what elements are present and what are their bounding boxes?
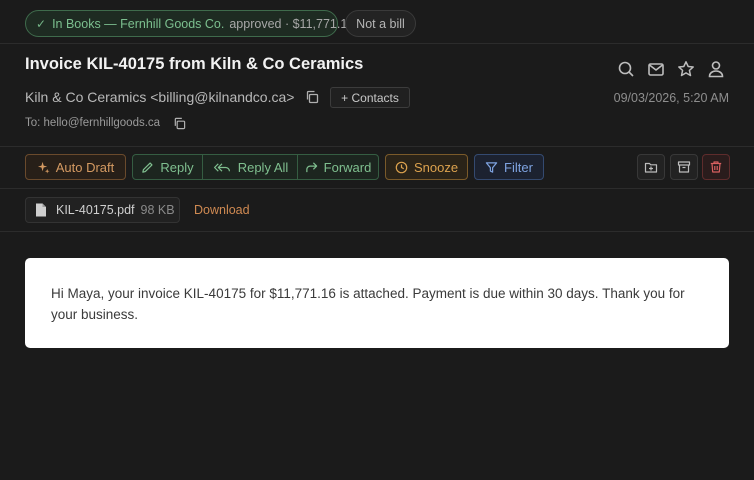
user-icon[interactable] — [707, 60, 725, 78]
forward-label: Forward — [323, 159, 372, 175]
email-subject: Invoice KIL-40175 from Kiln & Co Ceramic… — [25, 55, 364, 73]
reply-label: Reply — [160, 159, 194, 175]
recipient: To: hello@fernhillgoods.ca — [25, 117, 161, 129]
sparkle-icon — [37, 161, 50, 174]
attachments-bar: KIL-40175.pdf 98 KB Download — [0, 189, 754, 232]
pencil-icon — [142, 161, 153, 173]
archive-icon — [677, 161, 691, 173]
reply-button-group: Reply Reply All Forward — [132, 154, 379, 180]
snooze-label: Snooze — [413, 159, 459, 175]
approved-amount-text: approved · $11,771.16 — [229, 16, 355, 31]
email-body-text: Hi Maya, your invoice KIL-40175 for $11,… — [51, 286, 685, 322]
archive-button[interactable] — [670, 154, 698, 180]
check-icon: ✓ — [36, 16, 47, 31]
delete-button[interactable] — [702, 154, 730, 180]
books-status-chip[interactable]: ✓ In Books — Fernhill Goods Co. approved… — [25, 10, 354, 37]
sender: Kiln & Co Ceramics <billing@kilnandco.ca… — [25, 89, 295, 105]
filter-label: Filter — [504, 159, 533, 175]
snooze-button[interactable]: Snooze — [385, 154, 468, 180]
auto-draft-button[interactable]: Auto Draft — [25, 154, 126, 180]
download-link[interactable]: Download — [194, 203, 250, 217]
forward-button[interactable]: Forward — [297, 155, 378, 179]
attachment-size: 98 KB — [140, 203, 175, 217]
attachment-file[interactable]: KIL-40175.pdf 98 KB — [25, 197, 180, 223]
search-icon[interactable] — [617, 60, 635, 78]
status-bar: ✓ In Books — Fernhill Goods Co. approved… — [0, 0, 754, 44]
not-a-bill-button[interactable]: Not a bill — [345, 10, 416, 37]
filter-button[interactable]: Filter — [474, 154, 544, 180]
email-body: Hi Maya, your invoice KIL-40175 for $11,… — [25, 258, 729, 348]
filter-icon — [485, 161, 498, 173]
clock-icon — [395, 161, 408, 173]
reply-button[interactable]: Reply — [133, 155, 202, 179]
reply-all-label: Reply All — [237, 159, 289, 175]
reply-all-icon — [213, 162, 230, 172]
books-status-text: In Books — Fernhill Goods Co. — [52, 16, 225, 31]
forward-icon — [305, 161, 317, 172]
auto-draft-label: Auto Draft — [55, 159, 115, 175]
add-contact-button[interactable]: + Contacts — [330, 87, 410, 108]
copy-recipient-icon[interactable] — [173, 117, 186, 130]
move-to-folder-button[interactable] — [637, 154, 665, 180]
reply-all-button[interactable]: Reply All — [202, 155, 297, 179]
star-icon[interactable] — [677, 60, 695, 78]
attachment-name: KIL-40175.pdf — [56, 203, 135, 217]
trash-icon — [710, 161, 722, 173]
email-date: 09/03/2026, 5:20 AM — [613, 91, 729, 105]
move-to-folder-icon — [644, 162, 658, 173]
mail-icon[interactable] — [647, 60, 665, 78]
copy-sender-icon[interactable] — [305, 90, 319, 104]
action-toolbar: Auto Draft Reply Reply All Forward Snooz… — [0, 146, 754, 189]
file-icon — [36, 203, 46, 217]
